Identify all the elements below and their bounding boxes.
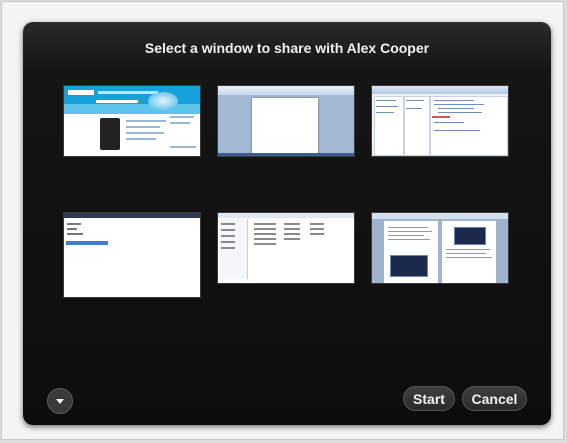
text-line bbox=[388, 227, 428, 228]
app-ribbon bbox=[372, 213, 508, 219]
text-line bbox=[170, 116, 194, 118]
text-line bbox=[446, 249, 490, 250]
chevron-down-icon bbox=[56, 398, 64, 404]
file-row bbox=[254, 238, 276, 240]
text-line bbox=[67, 223, 81, 225]
text-line bbox=[388, 239, 430, 240]
text-line bbox=[67, 228, 77, 230]
title-bar bbox=[64, 213, 200, 218]
file-row bbox=[284, 223, 300, 225]
text-line bbox=[388, 231, 432, 232]
file-row bbox=[310, 228, 324, 230]
nav-item bbox=[221, 241, 235, 243]
code-highlight bbox=[432, 116, 450, 118]
page-heading bbox=[96, 100, 138, 103]
text-line bbox=[67, 233, 83, 235]
tree-line bbox=[376, 106, 398, 107]
site-logo bbox=[68, 90, 94, 95]
app-ribbon bbox=[218, 86, 354, 95]
text-line bbox=[126, 120, 166, 122]
dialog-title: Select a window to share with Alex Coope… bbox=[144, 40, 430, 56]
tree-line bbox=[406, 100, 424, 101]
page-subbanner bbox=[64, 104, 200, 114]
text-line bbox=[126, 132, 164, 134]
window-thumbnail-word-document[interactable] bbox=[217, 85, 355, 157]
app-toolbar bbox=[372, 86, 508, 94]
file-row bbox=[284, 238, 300, 240]
outline-panel bbox=[404, 96, 430, 156]
window-thumbnail-file-explorer[interactable] bbox=[217, 212, 355, 284]
code-line bbox=[438, 108, 474, 109]
text-line bbox=[170, 122, 190, 124]
window-frame: Select a window to share with Alex Coope… bbox=[1, 1, 564, 440]
file-row bbox=[254, 233, 276, 235]
code-line bbox=[434, 100, 474, 101]
document-page bbox=[252, 98, 318, 156]
nav-item bbox=[221, 235, 235, 237]
file-row bbox=[254, 223, 276, 225]
file-tree-panel bbox=[374, 96, 404, 156]
options-menu-button[interactable] bbox=[47, 388, 73, 414]
text-line bbox=[170, 146, 196, 148]
window-thumbnail-blank-document[interactable] bbox=[63, 212, 201, 298]
tree-line bbox=[376, 112, 394, 113]
start-button[interactable]: Start bbox=[403, 386, 455, 411]
text-line bbox=[446, 257, 492, 258]
embedded-image bbox=[454, 227, 486, 245]
file-row bbox=[254, 228, 276, 230]
tree-line bbox=[406, 108, 422, 109]
code-line bbox=[434, 122, 464, 123]
file-row bbox=[254, 243, 276, 245]
embedded-image bbox=[390, 255, 428, 277]
file-row bbox=[284, 233, 300, 235]
code-line bbox=[434, 104, 484, 105]
text-line bbox=[446, 253, 486, 254]
nav-item bbox=[221, 229, 235, 231]
site-nav bbox=[98, 91, 158, 94]
code-line bbox=[438, 112, 482, 113]
cancel-button[interactable]: Cancel bbox=[462, 386, 527, 411]
text-line bbox=[126, 126, 160, 128]
nav-item bbox=[221, 223, 235, 225]
window-thumbnail-web-browser[interactable] bbox=[63, 85, 201, 157]
window-thumbnail-code-editor[interactable] bbox=[371, 85, 509, 157]
file-row bbox=[310, 223, 324, 225]
code-line bbox=[434, 130, 480, 131]
banner-graphic bbox=[148, 92, 178, 110]
navigation-pane bbox=[219, 219, 248, 279]
text-line bbox=[126, 138, 156, 140]
share-window-dialog: Select a window to share with Alex Coope… bbox=[23, 22, 551, 425]
selected-text bbox=[66, 241, 108, 245]
nav-item bbox=[221, 247, 235, 249]
file-row bbox=[310, 233, 324, 235]
editor-panel bbox=[430, 96, 508, 156]
tree-line bbox=[376, 100, 396, 101]
window-thumbnail-two-page-document[interactable] bbox=[371, 212, 509, 284]
phone-image bbox=[100, 118, 120, 150]
status-bar bbox=[218, 153, 354, 156]
explorer-toolbar bbox=[218, 213, 354, 218]
file-row bbox=[284, 228, 300, 230]
text-line bbox=[388, 235, 424, 236]
